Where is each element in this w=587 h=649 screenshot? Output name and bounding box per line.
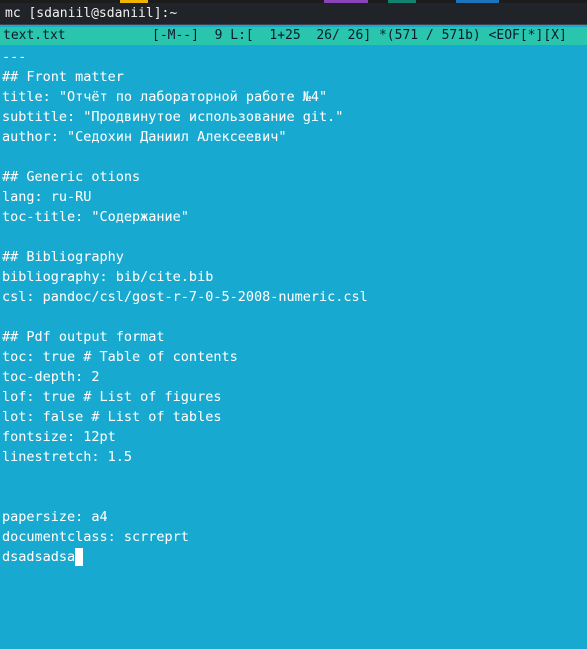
editor-line: ## Generic otions xyxy=(2,169,141,185)
editor-line: bibliography: bib/cite.bib xyxy=(2,269,214,285)
window-title: mc [sdaniil@sdaniil]:~ xyxy=(5,6,178,21)
editor-line: lot: false # List of tables xyxy=(2,409,222,425)
terminal-window: mc [sdaniil@sdaniil]:~ text.txt [-M--] 9… xyxy=(0,0,587,649)
editor-line: subtitle: "Продвинутое использование git… xyxy=(2,109,344,125)
editor-text-area[interactable]: --- ## Front matter title: "Отчёт по лаб… xyxy=(0,47,587,649)
editor-line: toc-title: "Содержание" xyxy=(2,209,189,225)
editor-line-current[interactable]: dsadsadsa xyxy=(0,547,587,567)
editor-line: lang: ru-RU xyxy=(2,189,92,205)
editor-line: ## Front matter xyxy=(2,69,124,85)
editor-line: fontsize: 12pt xyxy=(2,429,116,445)
editor-line: documentclass: scrreprt xyxy=(2,529,189,545)
window-titlebar[interactable]: mc [sdaniil@sdaniil]:~ xyxy=(0,3,587,25)
editor-line: linestretch: 1.5 xyxy=(2,449,133,465)
editor-line: ## Bibliography xyxy=(2,249,124,265)
editor-line: --- xyxy=(2,49,27,65)
text-cursor xyxy=(75,548,84,566)
editor-line: papersize: a4 xyxy=(2,509,108,525)
editor-line: title: "Отчёт по лабораторной работе №4" xyxy=(2,89,328,105)
status-filename: text.txt xyxy=(3,28,66,43)
editor-status-bar: text.txt [-M--] 9 L:[ 1+25 26/ 26] *(571… xyxy=(0,27,587,45)
editor-line: toc-depth: 2 xyxy=(2,369,100,385)
status-info: [-M--] 9 L:[ 1+25 26/ 26] *(571 / 571b) … xyxy=(152,28,567,43)
editor-line: toc: true # Table of contents xyxy=(2,349,238,365)
editor-line: csl: pandoc/csl/gost-r-7-0-5-2008-numeri… xyxy=(2,289,368,305)
editor-line: author: "Седохин Даниил Алексеевич" xyxy=(2,129,287,145)
editor-line-text: dsadsadsa xyxy=(2,549,76,565)
editor-line: ## Pdf output format xyxy=(2,329,165,345)
editor-line: lof: true # List of figures xyxy=(2,389,222,405)
